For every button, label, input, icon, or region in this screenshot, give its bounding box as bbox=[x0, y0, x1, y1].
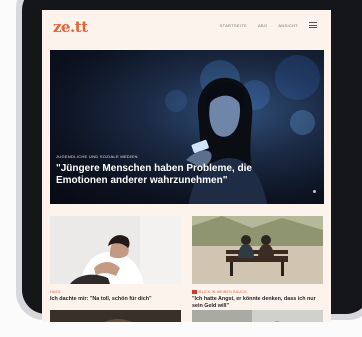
slider-dot-icon[interactable] bbox=[313, 190, 316, 193]
tag-marker-icon bbox=[192, 290, 197, 294]
tablet-screen: ze.tt STARTSEITE ABO ANSICHT JUGENDLICHE… bbox=[42, 10, 331, 322]
teaser-tag: Blick in meinen Bauch bbox=[192, 290, 247, 294]
scene: ze.tt STARTSEITE ABO ANSICHT JUGENDLICHE… bbox=[0, 0, 362, 337]
hero-kicker: Jugendliche und soziale Medien bbox=[56, 154, 138, 159]
teaser-image bbox=[50, 216, 181, 284]
site-logo[interactable]: ze.tt bbox=[53, 18, 88, 36]
teaser-card[interactable]: Hass Ich dachte mir: "Na toll, schön für… bbox=[50, 216, 181, 302]
teaser-image bbox=[192, 216, 323, 284]
teaser-tag-label: Blick in meinen Bauch bbox=[199, 290, 247, 294]
teaser-title[interactable]: Ich dachte mir: "Na toll, schön für dich… bbox=[50, 296, 178, 303]
next-teaser-image[interactable] bbox=[50, 310, 181, 322]
top-nav: STARTSEITE ABO ANSICHT bbox=[220, 22, 317, 28]
hero-article[interactable]: Jugendliche und soziale Medien "Jüngere … bbox=[50, 50, 324, 204]
nav-item-abo[interactable]: ABO bbox=[258, 23, 267, 28]
hero-title[interactable]: "Jüngere Menschen haben Probleme, die Em… bbox=[56, 163, 286, 187]
teaser-tag-label: Hass bbox=[50, 290, 61, 294]
nav-item-startseite[interactable]: STARTSEITE bbox=[220, 23, 247, 28]
next-teaser-image[interactable] bbox=[192, 310, 323, 322]
site-header: ze.tt STARTSEITE ABO ANSICHT bbox=[42, 10, 331, 40]
teaser-title[interactable]: "Ich hatte Angst, er könnte denken, dass… bbox=[192, 296, 320, 309]
hamburger-icon[interactable] bbox=[309, 22, 317, 28]
nav-item-ansicht[interactable]: ANSICHT bbox=[278, 23, 298, 28]
teaser-tag: Hass bbox=[50, 290, 61, 294]
teaser-card[interactable]: Blick in meinen Bauch "Ich hatte Angst, … bbox=[192, 216, 323, 309]
